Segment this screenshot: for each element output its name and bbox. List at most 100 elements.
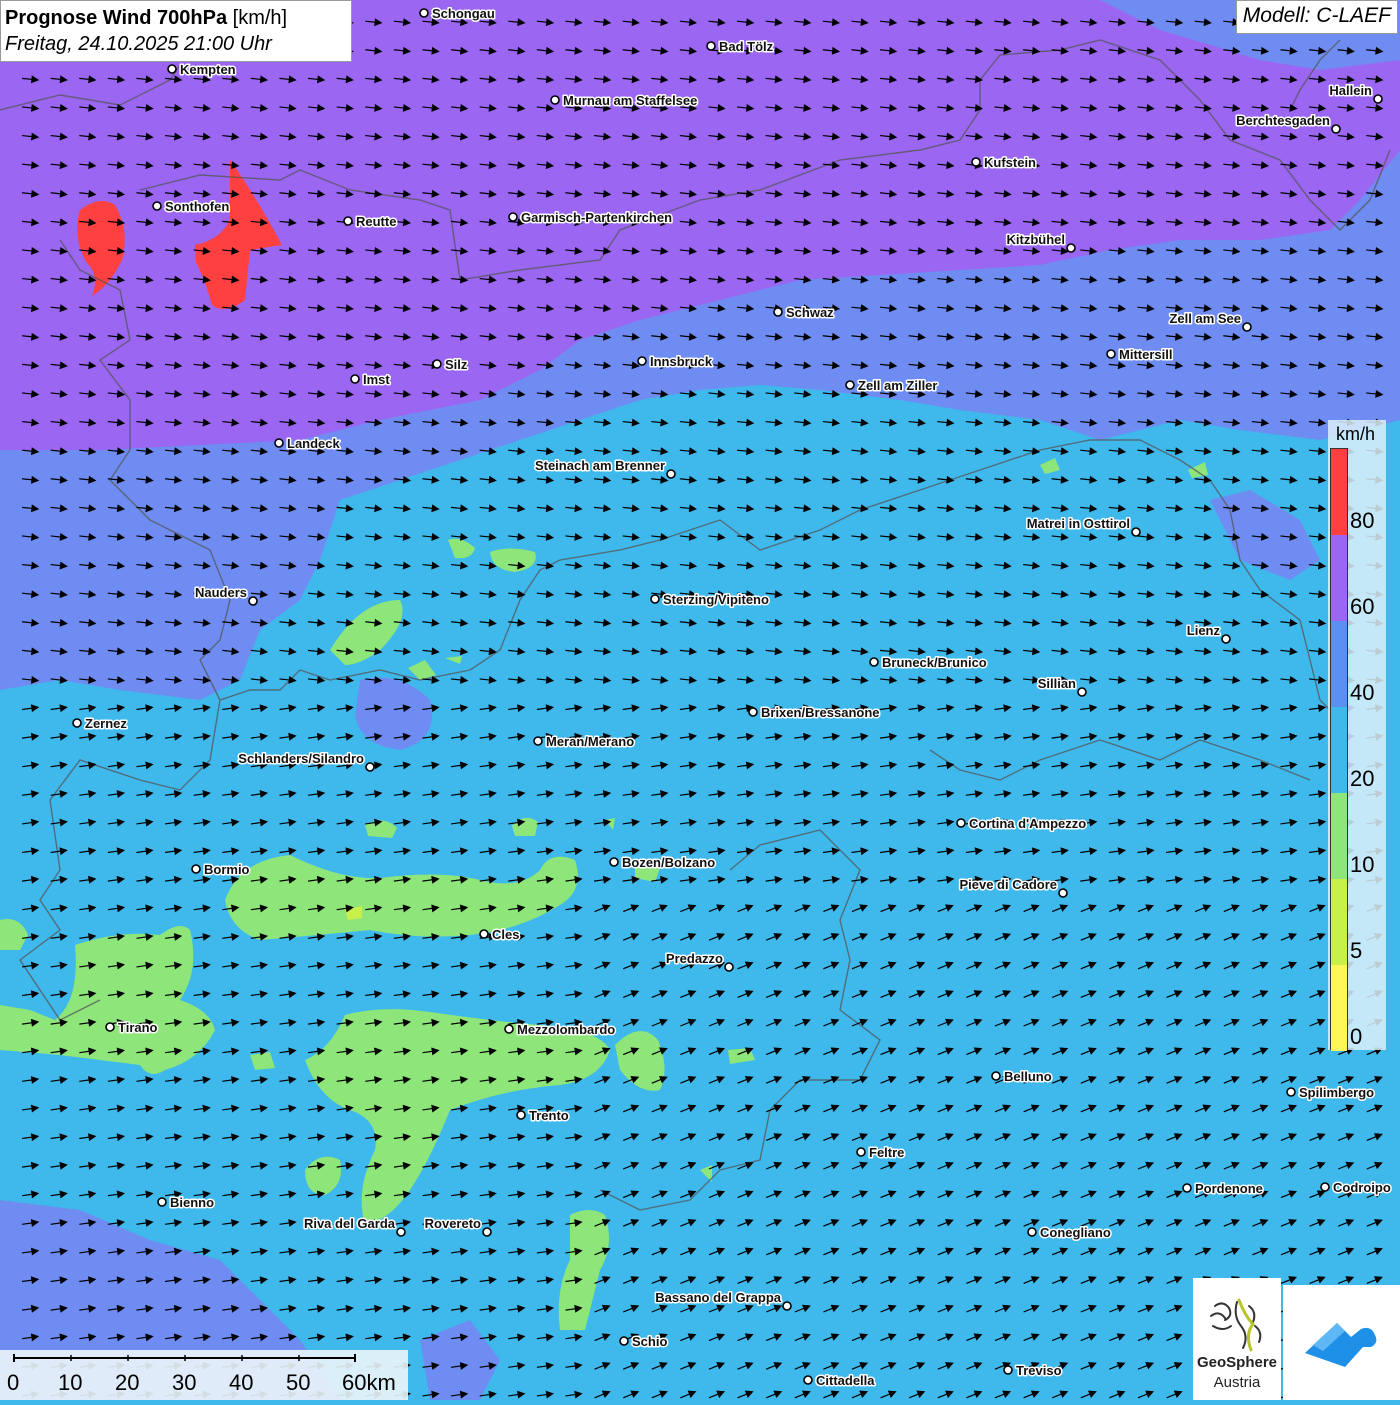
legend-color-bar — [1330, 448, 1348, 1051]
city-marker: Zell am Ziller — [845, 377, 939, 395]
city-marker: Brixen/Bressanone — [748, 704, 881, 722]
legend-seg-20 — [1331, 707, 1347, 793]
city-dot — [550, 95, 560, 105]
city-label: Sterzing/Vipiteno — [663, 592, 769, 607]
city-label: Garmisch-Partenkirchen — [521, 210, 672, 225]
city-label: Imst — [363, 372, 390, 387]
scale-label-50: 50 — [286, 1370, 311, 1395]
city-dot — [1066, 243, 1076, 253]
scale-bar: 0 10 20 30 40 50 60km — [0, 1350, 408, 1400]
city-dot — [1286, 1087, 1296, 1097]
city-label: Matrei in Osttirol — [1027, 516, 1130, 531]
legend-label-40: 40 — [1350, 680, 1375, 705]
city-label: Schio — [632, 1334, 667, 1349]
logo-name: GeoSphere — [1196, 1354, 1278, 1371]
city-dot — [1242, 322, 1252, 332]
city-dot — [1003, 1365, 1013, 1375]
city-label: Schlanders/Silandro — [238, 751, 364, 766]
scale-label-10: 10 — [58, 1370, 83, 1395]
city-dot — [1320, 1182, 1330, 1192]
city-dot — [248, 596, 258, 606]
city-dot — [1221, 634, 1231, 644]
city-dot — [167, 64, 177, 74]
city-label: Steinach am Brenner — [535, 458, 665, 473]
city-dot — [869, 657, 879, 667]
legend-unit: km/h — [1336, 424, 1376, 444]
geosphere-logo-icon — [1210, 1298, 1262, 1352]
city-dot — [619, 1336, 629, 1346]
city-marker: Spilimbergo — [1286, 1084, 1376, 1102]
city-label: Zell am See — [1169, 311, 1241, 326]
wind-map: Schongau Bad Tölz Kempten Murnau am Staffel… — [0, 0, 1400, 1400]
city-label: Bassano del Grappa — [655, 1290, 781, 1305]
city-label: Feltre — [869, 1145, 904, 1160]
city-marker: Bozen/Bolzano — [609, 854, 717, 872]
city-marker: Sonthofen — [152, 198, 231, 216]
city-dot — [637, 356, 647, 366]
weather-app-logo — [1283, 1285, 1400, 1400]
city-marker: Innsbruck — [637, 353, 714, 371]
city-dot — [666, 469, 676, 479]
city-dot — [782, 1301, 792, 1311]
city-dot — [343, 216, 353, 226]
city-dot — [991, 1071, 1001, 1081]
city-dot — [516, 1110, 526, 1120]
city-label: Cles — [492, 927, 519, 942]
city-label: Tirano — [118, 1020, 158, 1035]
city-label: Lienz — [1187, 623, 1221, 638]
forecast-datetime: Freitag, 24.10.2025 21:00 Uhr — [5, 33, 272, 55]
scale-label-40: 40 — [229, 1370, 254, 1395]
city-dot — [350, 374, 360, 384]
legend-seg-80 — [1331, 449, 1347, 535]
title-box: Prognose Wind 700hPa [km/h] Freitag, 24.… — [0, 0, 352, 62]
city-label: Bormio — [204, 862, 250, 877]
city-label: Codroipo — [1333, 1180, 1391, 1195]
city-dot — [1077, 687, 1087, 697]
legend-label-20: 20 — [1350, 766, 1375, 791]
city-marker: Sterzing/Vipiteno — [650, 591, 770, 609]
city-dot — [609, 857, 619, 867]
city-dot — [419, 8, 429, 18]
city-dot — [105, 1022, 115, 1032]
city-marker: Garmisch-Partenkirchen — [508, 209, 674, 227]
city-label: Murnau am Staffelsee — [563, 93, 697, 108]
city-label: Pordenone — [1195, 1181, 1263, 1196]
city-label: Schwaz — [786, 305, 834, 320]
city-dot — [1131, 527, 1141, 537]
city-dot — [971, 157, 981, 167]
city-label: Zell am Ziller — [858, 378, 937, 393]
city-label: Meran/Merano — [546, 734, 634, 749]
scale-bar-line — [13, 1354, 356, 1362]
geosphere-logo: GeoSphere Austria — [1193, 1278, 1281, 1400]
city-dot — [365, 762, 375, 772]
city-label: Predazzo — [666, 951, 723, 966]
city-label: Trento — [529, 1108, 569, 1123]
city-label: Bruneck/Brunico — [882, 655, 987, 670]
city-dot — [1027, 1227, 1037, 1237]
city-label: Cortina d'Ampezzo — [969, 816, 1086, 831]
city-label: Belluno — [1004, 1069, 1052, 1084]
city-dot — [191, 864, 201, 874]
city-label: Hallein — [1329, 83, 1372, 98]
legend-label-80: 80 — [1350, 508, 1375, 533]
city-label: Mezzolombardo — [517, 1022, 615, 1037]
city-marker: Conegliano — [1027, 1224, 1112, 1242]
city-label: Bozen/Bolzano — [622, 855, 715, 870]
city-dot — [845, 380, 855, 390]
city-label: Brixen/Bressanone — [761, 705, 880, 720]
city-dot — [1106, 349, 1116, 359]
legend-seg-60 — [1331, 535, 1347, 621]
city-label: Kempten — [180, 62, 236, 77]
legend-seg-0 — [1331, 965, 1347, 1051]
city-dot — [396, 1227, 406, 1237]
city-marker: Bruneck/Brunico — [869, 654, 988, 672]
city-dot — [72, 718, 82, 728]
city-label: Bad Tölz — [719, 39, 774, 54]
city-label: Rovereto — [425, 1216, 481, 1231]
legend-seg-10 — [1331, 793, 1347, 879]
city-label: Nauders — [195, 585, 247, 600]
city-dot — [1373, 94, 1383, 104]
city-label: Reutte — [356, 214, 396, 229]
city-dot — [152, 201, 162, 211]
city-label: Kufstein — [984, 155, 1036, 170]
